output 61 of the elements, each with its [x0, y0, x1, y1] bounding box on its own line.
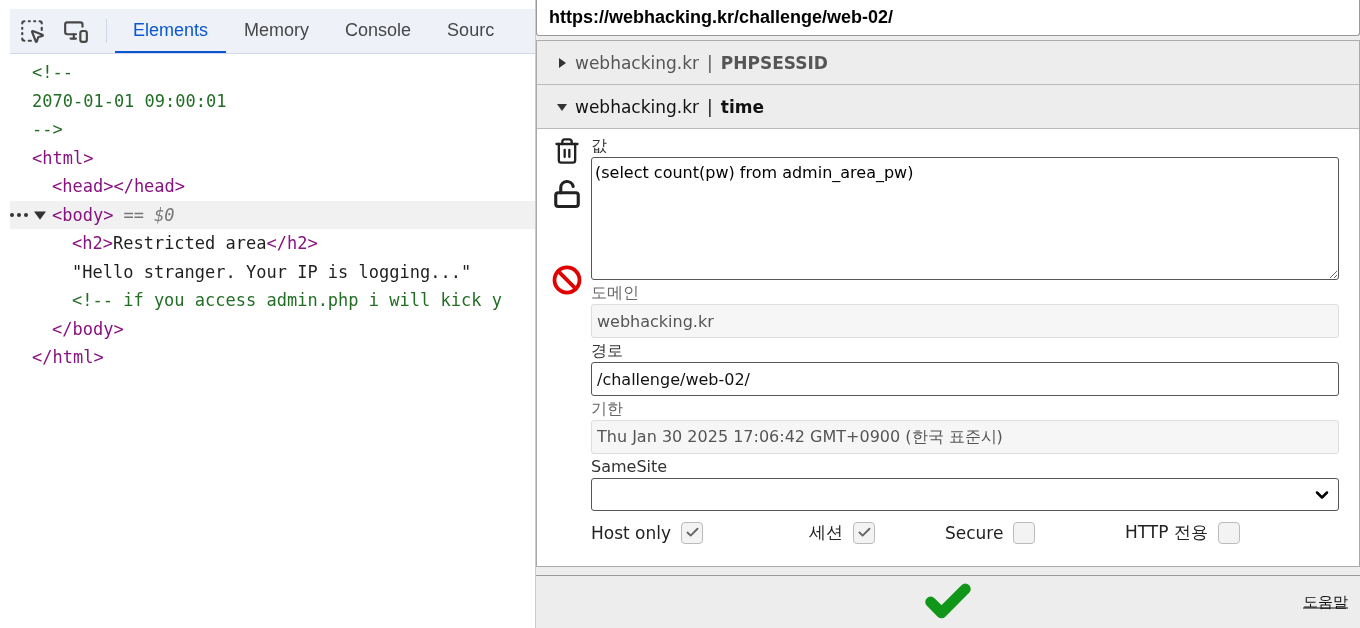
- value-field[interactable]: (select count(pw) from admin_area_pw): [591, 157, 1339, 280]
- url-bar[interactable]: https://webhacking.kr/challenge/web-02/: [536, 0, 1360, 36]
- separator-text: |: [707, 52, 713, 73]
- code-line[interactable]: "Hello stranger. Your IP is logging...": [10, 257, 535, 286]
- checkbox[interactable]: [853, 521, 875, 544]
- check-icon: [684, 525, 700, 540]
- code-token: Restricted area: [112, 232, 267, 255]
- expanded-triangle-icon[interactable]: [557, 101, 567, 112]
- code-line[interactable]: <!-- if you access admin.php i will kick y: [10, 286, 535, 315]
- input-field[interactable]: /challenge/web-02/: [591, 362, 1339, 396]
- field-label: SameSite: [591, 456, 669, 478]
- more-dots-icon[interactable]: [10, 212, 28, 217]
- code-token: <!-- if you access admin.php i will kick y: [72, 289, 502, 312]
- field-label: 기한: [591, 398, 624, 420]
- cookie-name: PHPSESSID: [720, 52, 828, 73]
- cookie-name: time: [720, 96, 764, 117]
- code-token: </body>: [52, 317, 124, 341]
- select-field[interactable]: [591, 478, 1339, 511]
- checkbox[interactable]: [1013, 521, 1036, 544]
- code-token: <body>: [52, 203, 114, 227]
- checkbox-label: Secure: [945, 522, 1004, 543]
- devtools-tab[interactable]: Memory: [226, 9, 328, 53]
- devtools-tab[interactable]: Sourc: [429, 9, 513, 53]
- field-label: 도메인: [591, 282, 640, 304]
- selection-hint: == $0: [123, 203, 175, 227]
- devtools-tab[interactable]: Console: [327, 9, 430, 53]
- code-line[interactable]: <!--: [10, 58, 535, 87]
- check-icon: [856, 525, 872, 540]
- code-line[interactable]: -->: [10, 115, 535, 144]
- code-token: <h2>: [72, 232, 113, 255]
- checkbox[interactable]: [1217, 521, 1240, 544]
- checkbox-label: 세션: [809, 521, 843, 544]
- checkbox[interactable]: [681, 521, 704, 544]
- code-line[interactable]: <head></head>: [10, 172, 535, 201]
- code-line[interactable]: 2070-01-01 09:00:01: [10, 86, 535, 115]
- checkbox-label: HTTP 전용: [1125, 521, 1208, 544]
- code-line[interactable]: <html>: [10, 143, 535, 172]
- separator-text: |: [707, 96, 713, 117]
- field-label: 경로: [591, 340, 624, 362]
- cookie-domain: webhacking.kr: [575, 96, 700, 117]
- code-token: 2070-01-01 09:00:01: [32, 89, 227, 113]
- collapsed-triangle-icon[interactable]: [557, 57, 567, 68]
- no-entry-icon[interactable]: [552, 265, 582, 295]
- code-token: <!--: [32, 61, 73, 84]
- devtools-tab[interactable]: Elements: [115, 9, 227, 53]
- code-token: </h2>: [266, 232, 318, 255]
- code-line[interactable]: </html>: [10, 343, 535, 372]
- cookie-domain: webhacking.kr: [575, 52, 700, 73]
- checkbox-label: Host only: [591, 522, 672, 543]
- expanded-triangle-icon[interactable]: [34, 208, 46, 221]
- code-line[interactable]: <h2>Restricted area</h2>: [10, 229, 535, 258]
- code-token: <html>: [32, 146, 94, 170]
- unlocked-padlock-icon[interactable]: [552, 179, 582, 209]
- code-token: <head></head>: [52, 175, 186, 198]
- delete-icon[interactable]: [553, 137, 581, 165]
- code-token: -->: [32, 118, 63, 141]
- help-link[interactable]: 도움말: [1303, 592, 1348, 612]
- field-label: 값: [591, 135, 608, 157]
- code-line[interactable]: </body>: [10, 314, 535, 343]
- code-token: "Hello stranger. Your IP is logging...": [72, 260, 472, 284]
- code-token: </html>: [32, 346, 104, 369]
